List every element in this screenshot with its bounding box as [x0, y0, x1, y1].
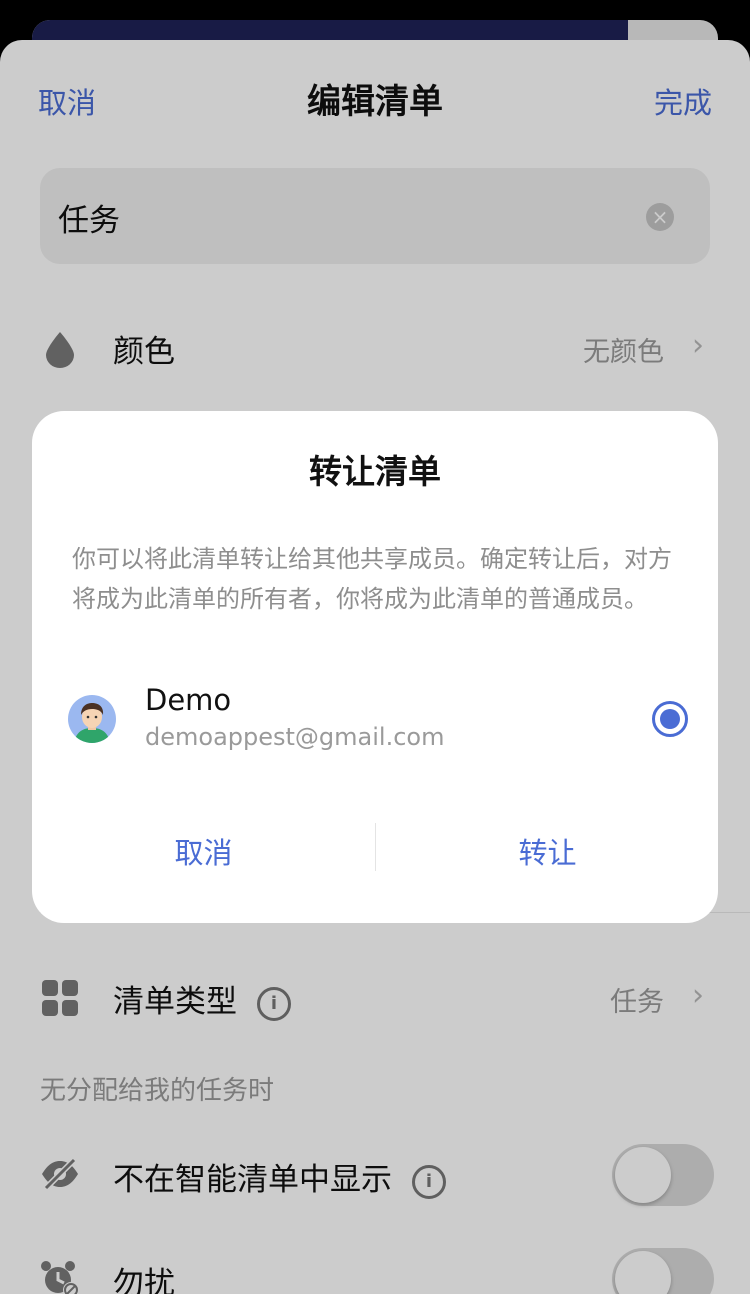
dialog-transfer-button[interactable]: 转让 [376, 823, 719, 883]
member-name: Demo [145, 683, 232, 717]
dialog-title: 转让清单 [309, 452, 441, 491]
dialog-description: 你可以将此清单转让给其他共享成员。确定转让后，对方将成为此清单的所有者，你将成为… [72, 545, 672, 613]
member-email: demoappest@gmail.com [145, 723, 445, 751]
radio-selected-dot [660, 709, 680, 729]
avatar [68, 695, 116, 743]
dialog-cancel-button[interactable]: 取消 [32, 823, 375, 883]
member-radio[interactable] [652, 701, 688, 737]
transfer-list-dialog: 转让清单 你可以将此清单转让给其他共享成员。确定转让后，对方将成为此清单的所有者… [32, 411, 718, 923]
screen: 取消 编辑清单 完成 × 颜色 无颜色 › [0, 0, 750, 1294]
member-option[interactable]: Demo demoappest@gmail.com [68, 683, 688, 759]
